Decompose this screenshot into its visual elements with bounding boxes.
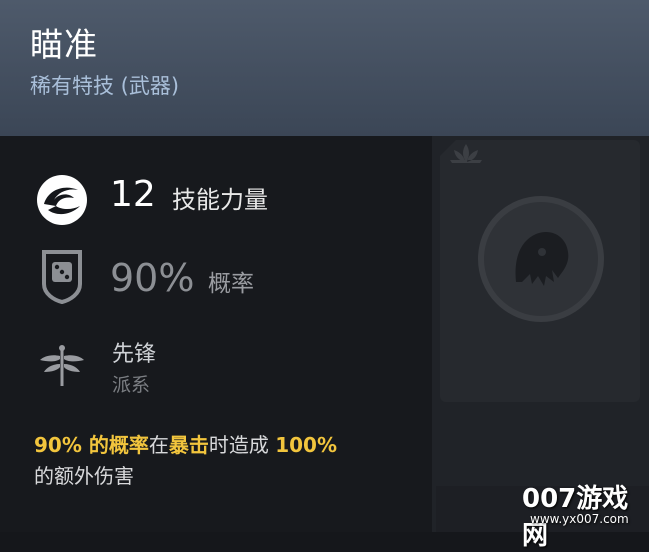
lotus-icon: [446, 140, 486, 174]
faction-name: 先锋: [112, 342, 157, 367]
effect-crit-highlight: 暴击: [168, 433, 209, 457]
skill-power-value: 12: [110, 174, 156, 215]
ability-title: 瞄准: [30, 25, 98, 64]
skill-power-label: 技能力量: [172, 186, 268, 214]
effect-text: 时造成: [208, 433, 276, 457]
effect-text: 在: [148, 433, 169, 457]
skill-power-icon: [34, 172, 90, 232]
lion-emblem-icon: [478, 196, 604, 322]
faction-label: 派系: [112, 374, 151, 396]
effect-chance-highlight: 90% 的概率: [34, 433, 149, 457]
watermark-url: www.yx007.com: [530, 512, 629, 526]
effect-text-line2: 的额外伤害: [34, 464, 134, 488]
ability-subtitle: 稀有特技 (武器): [30, 74, 180, 98]
chance-value: 90%: [110, 256, 195, 300]
effect-damage-highlight: 100%: [275, 433, 337, 457]
chance-label: 概率: [208, 271, 254, 297]
dice-shield-icon: [38, 248, 86, 308]
effect-description: 90% 的概率在暴击时造成 100% 的额外伤害: [34, 430, 424, 492]
tooltip-header: 瞄准 稀有特技 (武器): [0, 0, 649, 136]
dragonfly-icon: [38, 342, 86, 394]
